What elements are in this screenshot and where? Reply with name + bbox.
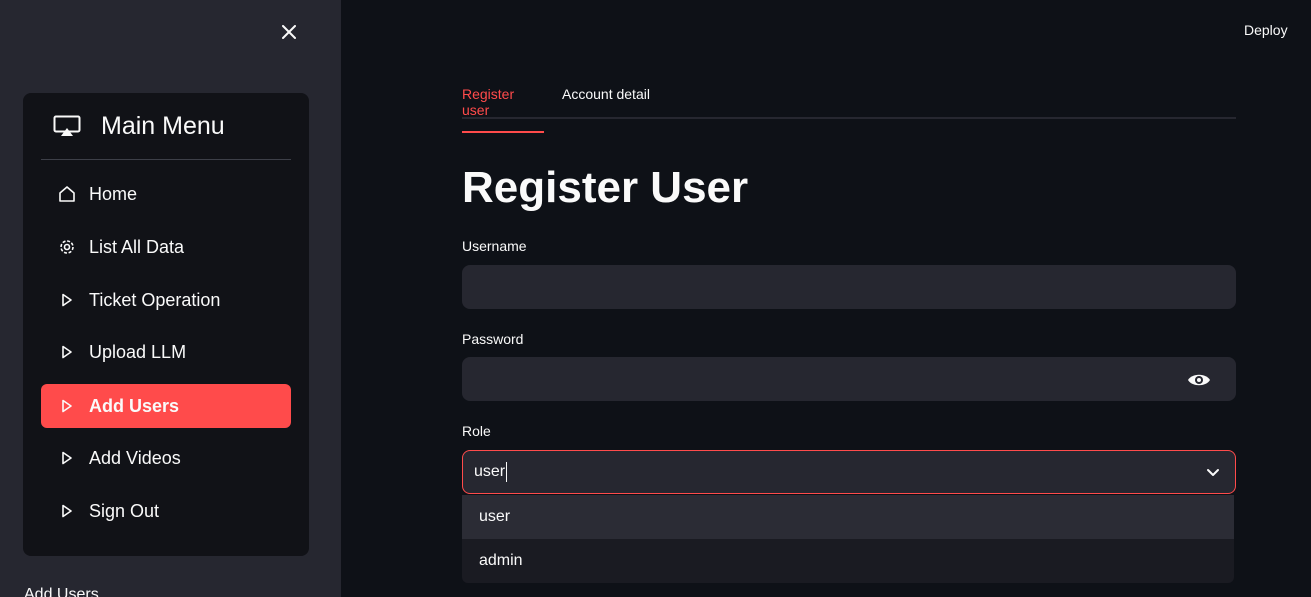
house-icon	[57, 184, 77, 204]
eye-icon[interactable]	[1187, 370, 1211, 390]
role-label: Role	[462, 423, 491, 439]
username-label: Username	[462, 238, 527, 254]
text-cursor	[506, 462, 508, 482]
deploy-button[interactable]: Deploy	[1234, 20, 1298, 40]
sidebar-footer-text: Add Users	[24, 586, 99, 597]
sidebar-item-label: List All Data	[89, 236, 185, 257]
sidebar-item-label: Add Videos	[89, 447, 181, 468]
sidebar-item-sign-out[interactable]: Sign Out	[41, 489, 291, 533]
password-field[interactable]	[462, 357, 1236, 401]
page-title: Register User	[462, 163, 749, 212]
sidebar-item-add-users[interactable]: Add Users	[41, 384, 291, 428]
menu-header: Main Menu	[41, 93, 291, 160]
role-select[interactable]: user	[462, 450, 1236, 494]
role-option-admin[interactable]: admin	[462, 539, 1234, 583]
sidebar-item-list-all-data[interactable]: List All Data	[41, 225, 291, 269]
gear-icon	[57, 237, 77, 257]
role-select-value: user	[474, 463, 506, 480]
sidebar-item-add-videos[interactable]: Add Videos	[41, 436, 291, 480]
play-icon	[57, 396, 77, 416]
sidebar-item-label: Home	[89, 183, 138, 204]
close-sidebar-button[interactable]	[276, 19, 302, 45]
sidebar-item-label: Ticket Operation	[89, 289, 221, 310]
chevron-down-icon	[1207, 469, 1219, 476]
menu-title: Main Menu	[101, 111, 225, 140]
close-icon	[282, 25, 296, 39]
main-menu: Main Menu Home List All Data Ticket Oper…	[23, 93, 309, 556]
sidebar-item-label: Sign Out	[89, 500, 160, 521]
username-field[interactable]	[462, 265, 1236, 309]
tab-register-user[interactable]: Register user	[462, 86, 544, 133]
tab-bar: Register user Account detail	[462, 83, 1236, 133]
play-icon	[57, 448, 77, 468]
password-label: Password	[462, 331, 524, 347]
sidebar-item-home[interactable]: Home	[41, 172, 291, 216]
sidebar-item-upload-llm[interactable]: Upload LLM	[41, 330, 291, 374]
sidebar-item-ticket-operation[interactable]: Ticket Operation	[41, 278, 291, 322]
cast-icon	[53, 111, 83, 141]
role-dropdown: user admin	[462, 495, 1234, 583]
play-icon	[57, 342, 77, 362]
sidebar: Main Menu Home List All Data Ticket Oper…	[0, 0, 341, 597]
play-icon	[57, 501, 77, 521]
role-option-user[interactable]: user	[462, 495, 1234, 539]
sidebar-item-label: Upload LLM	[89, 341, 187, 362]
tab-account-detail[interactable]: Account detail	[562, 86, 650, 115]
sidebar-item-label: Add Users	[89, 395, 180, 416]
play-icon	[57, 290, 77, 310]
